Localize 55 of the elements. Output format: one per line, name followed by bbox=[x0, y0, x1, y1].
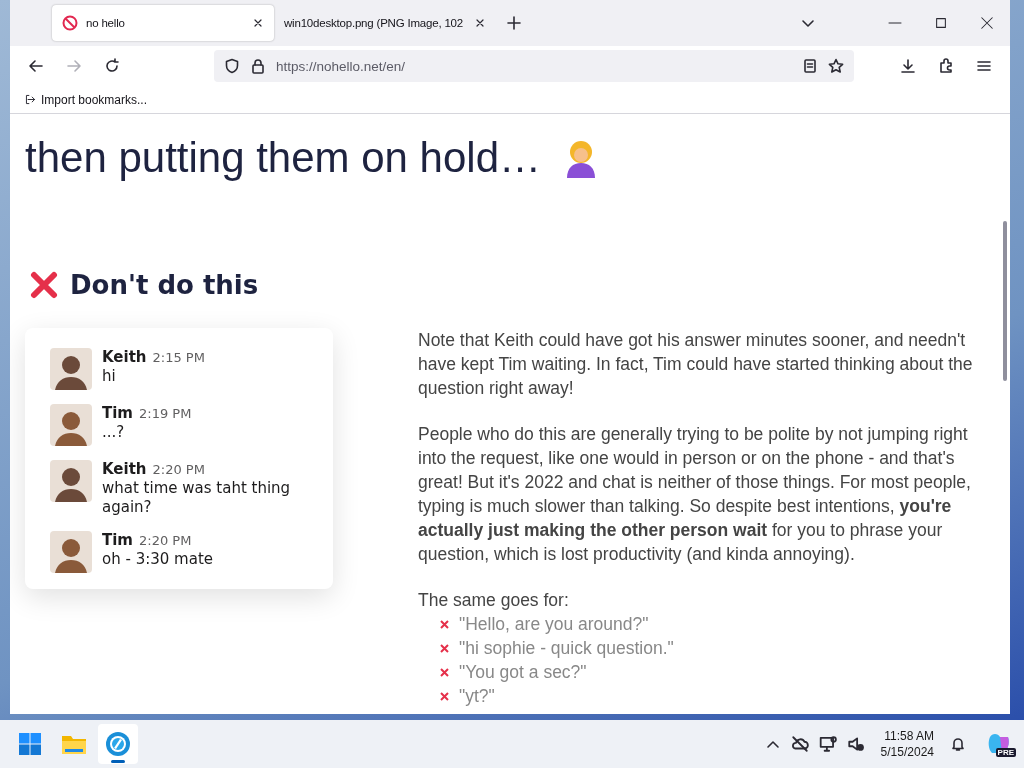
browser-tab[interactable]: win10desktop.png (PNG Image, 102 bbox=[274, 5, 496, 41]
scrollbar-thumb[interactable] bbox=[1003, 221, 1007, 381]
paragraph: People who do this are generally trying to be polite by not jumping right into the request, like one would in person or on the phone - and that's great! But it's 2022 and chat is neither of those things. For most people, typing is much slower than talking. So despite best intentions, you're actually just making the other person wait for you to phrase your question, which is lost productivity (and kinda annoying). bbox=[418, 423, 972, 566]
taskbar-app[interactable] bbox=[98, 724, 138, 764]
author-name: Tim bbox=[102, 531, 133, 550]
message-text: what time was taht thing again? bbox=[102, 479, 292, 517]
bell-icon[interactable] bbox=[950, 736, 966, 752]
cross-icon bbox=[440, 643, 449, 653]
close-icon[interactable] bbox=[980, 16, 994, 30]
list-intro: The same goes for: bbox=[418, 589, 570, 612]
no-entry-icon bbox=[62, 15, 78, 31]
close-icon[interactable] bbox=[474, 17, 486, 29]
windows-logo-icon bbox=[18, 732, 42, 756]
import-icon bbox=[24, 93, 37, 106]
star-icon[interactable] bbox=[828, 58, 844, 74]
address-bar[interactable]: https://nohello.net/en/ bbox=[214, 50, 854, 82]
message-time: 2:20 PM bbox=[152, 461, 205, 479]
bookmark-item[interactable]: Import bookmarks... bbox=[24, 92, 148, 107]
cloud-off-icon[interactable] bbox=[790, 735, 809, 753]
cross-icon bbox=[440, 619, 449, 629]
cross-mark-icon bbox=[30, 271, 58, 299]
example-text: "yt?" bbox=[459, 685, 495, 708]
author-name: Keith bbox=[102, 460, 147, 479]
maximize-icon[interactable] bbox=[934, 16, 948, 30]
author-name: Keith bbox=[102, 348, 147, 367]
page-heading: then putting them on hold… bbox=[25, 133, 542, 183]
cross-icon bbox=[440, 691, 449, 701]
menu-icon[interactable] bbox=[976, 58, 992, 74]
reader-view-icon[interactable] bbox=[802, 58, 818, 74]
browser-icon bbox=[105, 731, 131, 757]
section-title: Don't do this bbox=[70, 270, 259, 300]
message-text: ...? bbox=[102, 423, 126, 442]
example-text: "Hello, are you around?" bbox=[459, 613, 649, 636]
back-arrow-icon[interactable] bbox=[28, 58, 44, 74]
lock-icon bbox=[250, 58, 266, 74]
plus-icon[interactable] bbox=[506, 15, 522, 31]
close-icon[interactable] bbox=[252, 17, 264, 29]
download-icon[interactable] bbox=[900, 58, 916, 74]
message-time: 2:20 PM bbox=[139, 532, 192, 550]
extensions-icon[interactable] bbox=[938, 58, 954, 74]
browser-tab[interactable]: no hello bbox=[52, 5, 274, 41]
message-text: oh - 3:30 mate bbox=[102, 550, 213, 569]
speaker-muted-icon[interactable] bbox=[846, 735, 865, 753]
paragraph: Note that Keith could have got his answer minutes sooner, and needn't have kept Tim waiting. In fact, Tim could have started thinking about the question right away! bbox=[418, 329, 974, 400]
message-text: hi bbox=[102, 367, 117, 386]
shield-icon bbox=[224, 58, 240, 74]
display-icon[interactable] bbox=[818, 735, 837, 753]
author-name: Tim bbox=[102, 404, 133, 423]
cross-icon bbox=[440, 667, 449, 677]
example-text: "hi sophie - quick question." bbox=[459, 637, 674, 660]
reload-icon[interactable] bbox=[104, 58, 120, 74]
taskbar-clock[interactable]: 11:58 AM 5/15/2024 bbox=[880, 728, 934, 760]
message-time: 2:15 PM bbox=[152, 349, 205, 367]
example-text: "You got a sec?" bbox=[459, 661, 587, 684]
message-time: 2:19 PM bbox=[139, 405, 192, 423]
